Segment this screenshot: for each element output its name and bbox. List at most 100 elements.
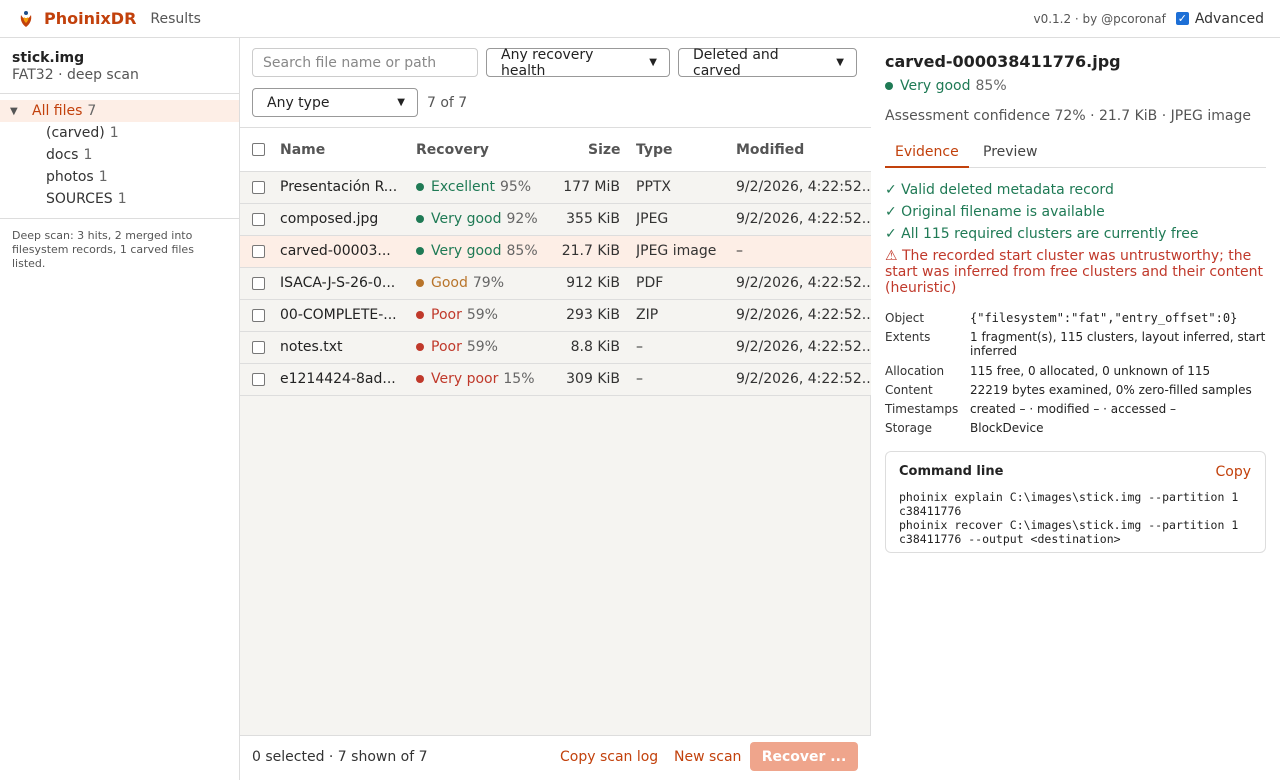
file-size: 21.7 KiB bbox=[561, 243, 620, 259]
new-scan-link[interactable]: New scan bbox=[674, 749, 741, 765]
advanced-toggle[interactable]: ✓ Advanced bbox=[1175, 10, 1264, 27]
copy-scan-log-link[interactable]: Copy scan log bbox=[560, 749, 658, 765]
file-modified: 9/2/2026, 4:22:52... bbox=[736, 339, 871, 355]
brand-name[interactable]: PhoinixDR bbox=[44, 9, 136, 28]
table-header: Name Recovery Size Type Modified bbox=[240, 128, 871, 172]
health-filter-value: Any recovery health bbox=[501, 46, 594, 79]
tree-item-label: All files bbox=[32, 103, 83, 119]
recovery-health: Poor 59% bbox=[416, 307, 498, 323]
health-percent: 15% bbox=[503, 371, 535, 387]
health-label: Poor bbox=[431, 307, 462, 323]
prop-timestamps: Timestamps created – · modified – · acce… bbox=[885, 402, 1266, 416]
tree-item-sources[interactable]: SOURCES 1 bbox=[0, 188, 239, 210]
prop-value: 1 fragment(s), 115 clusters, layout infe… bbox=[970, 330, 1266, 358]
scope-filter-select[interactable]: Deleted and carved ▼ bbox=[678, 46, 857, 79]
advanced-label: Advanced bbox=[1194, 10, 1264, 27]
table-row-selected[interactable]: carved-00003... Very good 85% 21.7 KiB JP… bbox=[240, 236, 871, 268]
command-line-text[interactable]: phoinix explain C:\images\stick.img --pa… bbox=[899, 490, 1252, 546]
select-all-checkbox[interactable] bbox=[252, 143, 265, 156]
tree-item-label: SOURCES bbox=[46, 191, 113, 207]
file-modified: 9/2/2026, 4:22:52... bbox=[736, 211, 871, 227]
prop-key: Content bbox=[885, 383, 933, 397]
tree-item-all-files[interactable]: ▼ All files 7 bbox=[0, 100, 239, 122]
tree-item-docs[interactable]: docs 1 bbox=[0, 144, 239, 166]
breadcrumb[interactable]: Results bbox=[150, 11, 201, 27]
recover-button[interactable]: Recover ... bbox=[750, 742, 858, 771]
chevron-down-icon: ▼ bbox=[397, 97, 405, 108]
health-percent: 92% bbox=[506, 211, 538, 227]
table-row[interactable]: 00-COMPLETE-... Poor 59% 293 KiB ZIP 9/2/… bbox=[240, 300, 871, 332]
file-type: – bbox=[636, 339, 643, 355]
file-modified: 9/2/2026, 4:22:52... bbox=[736, 275, 871, 291]
table-row[interactable]: e1214424-8ad... Very poor 15% 309 KiB – 9… bbox=[240, 364, 871, 396]
recovery-health: Excellent 95% bbox=[416, 179, 531, 195]
column-type[interactable]: Type bbox=[636, 142, 673, 158]
scan-summary: Deep scan: 3 hits, 2 merged into filesys… bbox=[12, 229, 194, 270]
file-type: ZIP bbox=[636, 307, 659, 323]
table-row[interactable]: Presentación R... Excellent 95% 177 MiB P… bbox=[240, 172, 871, 204]
advanced-checkbox[interactable]: ✓ bbox=[1175, 12, 1189, 25]
table-row[interactable]: notes.txt Poor 59% 8.8 KiB – 9/2/2026, 4:… bbox=[240, 332, 871, 364]
column-size[interactable]: Size bbox=[588, 142, 621, 158]
detail-file-name: carved-000038411776.jpg bbox=[885, 52, 1121, 71]
health-filter-select[interactable]: Any recovery health ▼ bbox=[486, 46, 670, 79]
folder-tree: ▼ All files 7 (carved) 1 docs 1 photos 1… bbox=[0, 94, 239, 219]
file-name: ISACA-J-S-26-0... bbox=[280, 275, 396, 291]
phoenix-logo-icon bbox=[20, 10, 32, 27]
file-name: composed.jpg bbox=[280, 211, 379, 227]
top-bar: PhoinixDR Results v0.1.2 · by @pcoronaf … bbox=[0, 0, 1280, 38]
row-checkbox[interactable] bbox=[252, 213, 265, 226]
health-label: Very good bbox=[431, 211, 502, 227]
copy-command-button[interactable]: Copy bbox=[1215, 464, 1251, 480]
command-line-title: Command line bbox=[899, 464, 1004, 479]
tree-item-label: (carved) bbox=[46, 125, 105, 141]
health-label: Excellent bbox=[431, 179, 495, 195]
tree-item-count: 1 bbox=[117, 191, 127, 207]
selection-summary: 0 selected · 7 shown of 7 bbox=[252, 749, 428, 765]
row-checkbox[interactable] bbox=[252, 373, 265, 386]
row-checkbox[interactable] bbox=[252, 245, 265, 258]
row-checkbox[interactable] bbox=[252, 341, 265, 354]
file-size: 309 KiB bbox=[566, 371, 620, 387]
row-checkbox[interactable] bbox=[252, 181, 265, 194]
caret-down-icon[interactable]: ▼ bbox=[10, 106, 22, 117]
column-modified[interactable]: Modified bbox=[736, 142, 804, 158]
file-size: 293 KiB bbox=[566, 307, 620, 323]
health-dot-icon bbox=[416, 311, 424, 319]
file-modified: 9/2/2026, 4:22:52... bbox=[736, 307, 871, 323]
health-label: Very good bbox=[431, 243, 502, 259]
table-row[interactable]: ISACA-J-S-26-0... Good 79% 912 KiB PDF 9/… bbox=[240, 268, 871, 300]
chevron-down-icon: ▼ bbox=[649, 57, 657, 68]
recovery-health: Very poor 15% bbox=[416, 371, 535, 387]
prop-key: Allocation bbox=[885, 364, 945, 378]
tab-evidence[interactable]: Evidence bbox=[885, 144, 969, 168]
results-panel: Any recovery health ▼ Deleted and carved… bbox=[240, 38, 871, 780]
prop-key: Extents bbox=[885, 330, 931, 344]
results-table: Presentación R... Excellent 95% 177 MiB P… bbox=[240, 172, 871, 396]
health-percent: 59% bbox=[466, 339, 498, 355]
type-filter-select[interactable]: Any type ▼ bbox=[252, 88, 418, 117]
filter-bar: Any recovery health ▼ Deleted and carved… bbox=[240, 38, 871, 128]
row-checkbox[interactable] bbox=[252, 277, 265, 290]
scope-filter-value: Deleted and carved bbox=[693, 46, 779, 79]
sidebar: stick.img FAT32 · deep scan ▼ All files … bbox=[0, 38, 240, 780]
prop-value: created – · modified – · accessed – bbox=[970, 402, 1177, 416]
health-dot-icon bbox=[416, 215, 424, 223]
file-size: 355 KiB bbox=[566, 211, 620, 227]
prop-allocation: Allocation 115 free, 0 allocated, 0 unkn… bbox=[885, 364, 1266, 378]
action-bar: 0 selected · 7 shown of 7 Copy scan log … bbox=[240, 735, 871, 780]
column-recovery[interactable]: Recovery bbox=[416, 142, 489, 158]
health-label: Poor bbox=[431, 339, 462, 355]
tab-preview[interactable]: Preview bbox=[983, 144, 1038, 160]
tree-item-carved[interactable]: (carved) 1 bbox=[0, 122, 239, 144]
search-input[interactable] bbox=[252, 48, 478, 77]
detail-tabs: Evidence Preview bbox=[885, 138, 1266, 168]
row-checkbox[interactable] bbox=[252, 309, 265, 322]
tree-item-photos[interactable]: photos 1 bbox=[0, 166, 239, 188]
table-row[interactable]: composed.jpg Very good 92% 355 KiB JPEG 9… bbox=[240, 204, 871, 236]
file-modified: – bbox=[736, 243, 743, 259]
file-type: JPEG bbox=[636, 211, 669, 227]
column-name[interactable]: Name bbox=[280, 142, 325, 158]
command-line-box: Command line Copy phoinix explain C:\ima… bbox=[885, 451, 1266, 553]
file-name: notes.txt bbox=[280, 339, 343, 355]
